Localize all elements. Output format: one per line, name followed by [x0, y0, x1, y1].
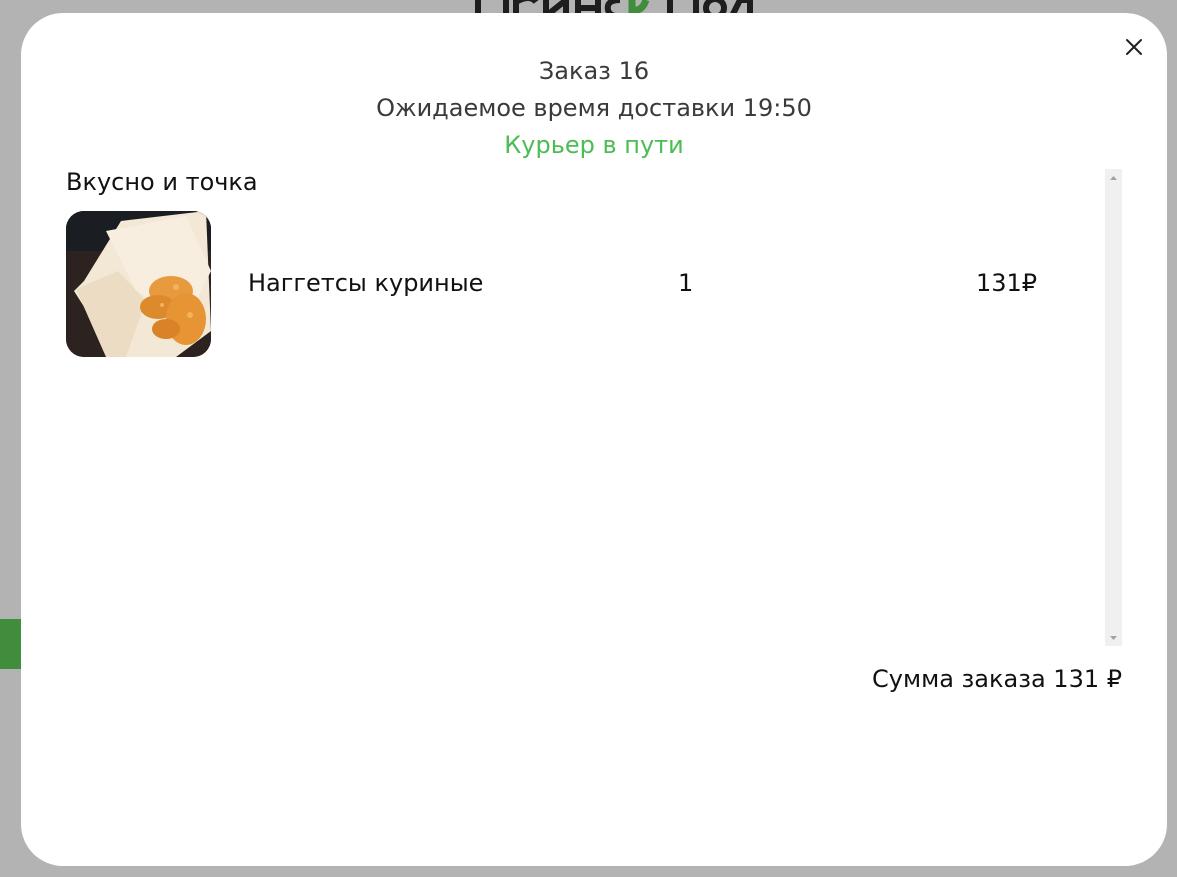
item-price: 131₽: [976, 269, 1038, 297]
order-details-modal: Заказ 16 Ожидаемое время доставки 19:50 …: [21, 13, 1167, 866]
restaurant-name: Вкусно и точка: [66, 168, 258, 196]
delivery-time: Ожидаемое время доставки 19:50: [376, 94, 812, 122]
order-total: Сумма заказа 131 ₽: [872, 665, 1122, 693]
item-name: Наггетсы куриные: [248, 269, 484, 297]
order-items-list[interactable]: Вкусно и точка Наггетсы куриные 1 131₽: [66, 168, 1122, 647]
scrollbar[interactable]: [1105, 169, 1122, 646]
close-icon: [1126, 39, 1142, 55]
order-status: Курьер в пути: [504, 131, 684, 159]
item-quantity: 1: [678, 269, 694, 297]
scroll-up-icon[interactable]: [1105, 169, 1122, 186]
list-item: Наггетсы куриные 1 131₽: [66, 211, 1104, 357]
scroll-down-icon[interactable]: [1105, 629, 1122, 646]
order-title: Заказ 16: [538, 57, 650, 85]
side-tab[interactable]: [0, 619, 21, 669]
nuggets-photo: [66, 211, 211, 357]
